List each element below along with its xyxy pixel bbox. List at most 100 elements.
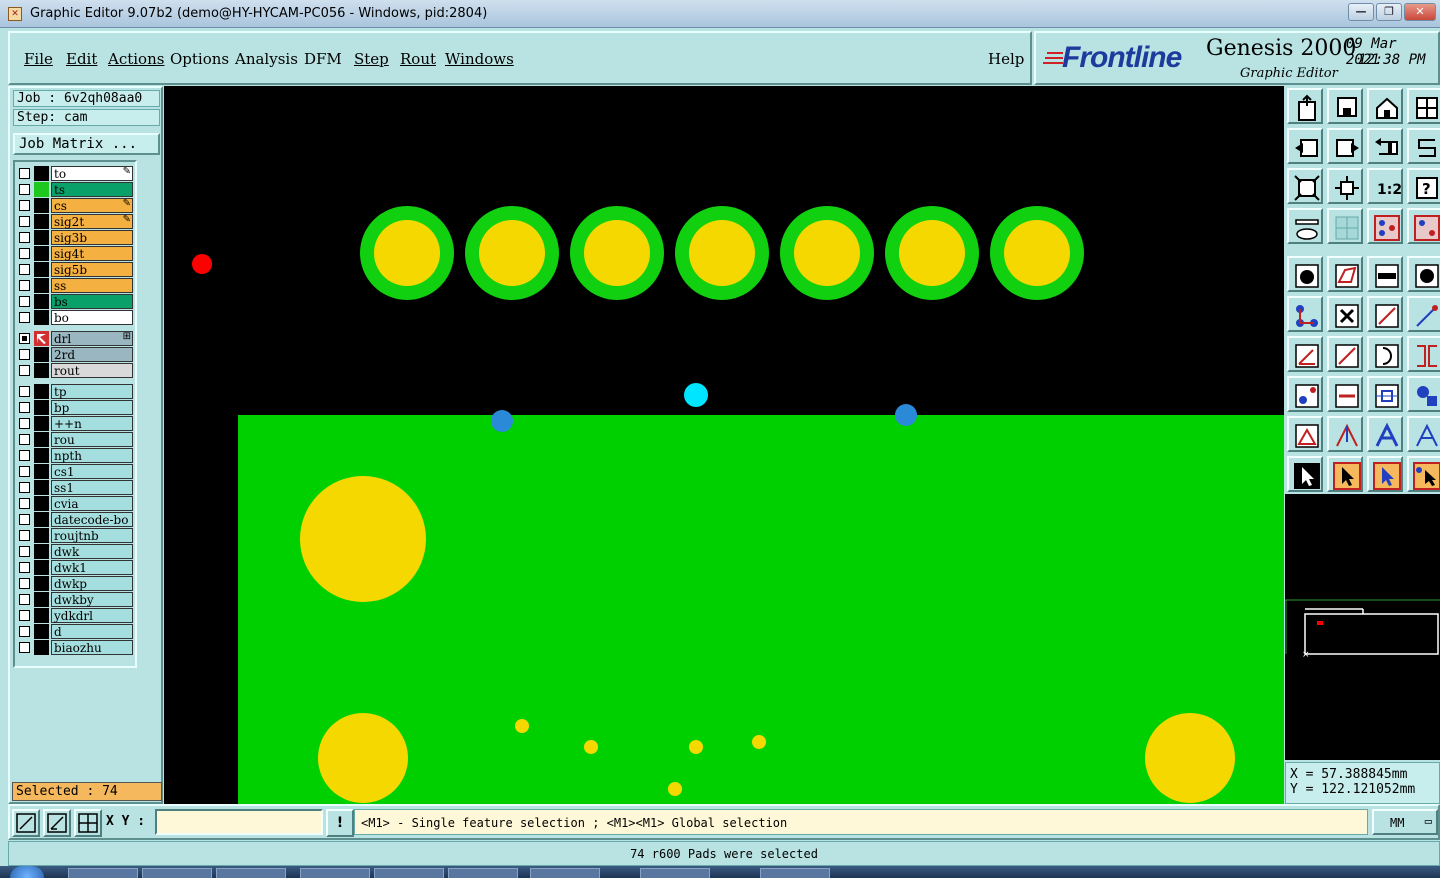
layer-name[interactable]: cvia — [51, 496, 133, 511]
layer-row-sig3b[interactable]: sig3b — [17, 230, 133, 245]
settings-tool[interactable] — [1287, 208, 1323, 244]
layer-checkbox[interactable] — [19, 594, 30, 605]
layer-checkbox[interactable] — [19, 386, 30, 397]
draw-line2-tool[interactable] — [1407, 296, 1440, 332]
arc-tool[interactable] — [1367, 336, 1403, 372]
layer-affected-indicator[interactable] — [34, 512, 49, 527]
layer-name[interactable]: dwk1 — [51, 560, 133, 575]
pad[interactable] — [689, 220, 755, 286]
layer-checkbox[interactable] — [19, 466, 30, 477]
menu-edit[interactable]: Edit — [66, 50, 97, 68]
maximize-button[interactable]: ❐ — [1376, 3, 1402, 21]
layer-name[interactable]: d — [51, 624, 133, 639]
add-surface-tool[interactable] — [1327, 256, 1363, 292]
taskbar-item[interactable] — [760, 868, 830, 878]
units-selector[interactable]: MM ▭ — [1372, 809, 1438, 835]
drill-hole[interactable] — [491, 410, 513, 432]
layer-name[interactable]: rout — [51, 363, 133, 378]
layer-row-bp[interactable]: bp — [17, 400, 133, 415]
layer-row-dwkby[interactable]: dwkby — [17, 592, 133, 607]
layer-name[interactable]: ydkdrl — [51, 608, 133, 623]
minimize-button[interactable]: — — [1348, 3, 1374, 21]
layer-name[interactable]: sig4t — [51, 246, 133, 261]
select-net-tool[interactable] — [1407, 456, 1440, 492]
layer-checkbox[interactable] — [19, 578, 30, 589]
layer-affected-indicator[interactable] — [34, 560, 49, 575]
delete-tool[interactable] — [1327, 296, 1363, 332]
large-pad[interactable] — [318, 713, 408, 803]
copy-node-tool[interactable] — [1287, 376, 1323, 412]
layer-row-dwkp[interactable]: dwkp — [17, 576, 133, 591]
dot-tool[interactable] — [1407, 256, 1440, 292]
step-field[interactable]: Step: cam — [13, 109, 160, 126]
small-pad[interactable] — [515, 719, 529, 733]
layer-row-2rd[interactable]: 2rd — [17, 347, 133, 362]
menu-dfm[interactable]: DFM — [304, 50, 342, 68]
layer-name[interactable]: ++n — [51, 416, 133, 431]
layer-name[interactable]: sig5b — [51, 262, 133, 277]
layer-row-sig4t[interactable]: sig4t — [17, 246, 133, 261]
layer-affected-indicator[interactable] — [34, 278, 49, 293]
pan-left-tool[interactable] — [1287, 128, 1323, 164]
menu-rout[interactable]: Rout — [400, 50, 436, 68]
layer-checkbox[interactable] — [19, 280, 30, 291]
layer-checkbox[interactable] — [19, 450, 30, 461]
layer-affected-indicator[interactable] — [34, 384, 49, 399]
layer-row-datecodebo[interactable]: datecode-bo — [17, 512, 133, 527]
select-arrow-tool[interactable] — [1287, 456, 1323, 492]
arch-tool[interactable] — [1367, 416, 1403, 452]
layer-name[interactable]: bs — [51, 294, 133, 309]
layer-name[interactable]: sig2t — [51, 214, 133, 229]
layer-checkbox[interactable] — [19, 216, 30, 227]
layer-row-biaozhu[interactable]: biaozhu — [17, 640, 133, 655]
layer-checkbox[interactable] — [19, 296, 30, 307]
layer-affected-indicator[interactable] — [34, 416, 49, 431]
layer-row-sig2t[interactable]: sig2t ✎ — [17, 214, 133, 229]
split-tool[interactable] — [1327, 376, 1363, 412]
layer-row-dwk1[interactable]: dwk1 — [17, 560, 133, 575]
layer-affected-indicator[interactable] — [34, 608, 49, 623]
layer-checkbox[interactable] — [19, 365, 30, 376]
menu-step[interactable]: Step — [354, 50, 389, 68]
taskbar-item[interactable] — [216, 868, 286, 878]
layer-affected-indicator[interactable] — [34, 198, 49, 213]
taskbar-item[interactable] — [374, 868, 444, 878]
small-pad[interactable] — [668, 782, 682, 796]
menu-file[interactable]: File — [24, 50, 53, 68]
pan-right-tool[interactable] — [1327, 128, 1363, 164]
small-pad[interactable] — [752, 735, 766, 749]
layer-checkbox[interactable] — [19, 482, 30, 493]
layer-row-to[interactable]: to ✎ — [17, 166, 133, 181]
taskbar-item[interactable] — [68, 868, 138, 878]
layer-checkbox[interactable] — [19, 610, 30, 621]
pad[interactable] — [479, 220, 545, 286]
layer-row-cs1[interactable]: cs1 — [17, 464, 133, 479]
menu-options[interactable]: Options — [170, 50, 229, 68]
break-tool[interactable] — [1407, 336, 1440, 372]
layer-row-npth[interactable]: npth — [17, 448, 133, 463]
redraw-tool[interactable] — [1367, 128, 1403, 164]
layer-name[interactable]: sig3b — [51, 230, 133, 245]
ruler-tool[interactable] — [1367, 256, 1403, 292]
layer-name[interactable]: bp — [51, 400, 133, 415]
exclaim-button[interactable]: ! — [326, 809, 354, 837]
layer-checkbox[interactable] — [19, 434, 30, 445]
menu-help[interactable]: Help — [988, 50, 1024, 68]
taskbar-item[interactable] — [300, 868, 370, 878]
work-layer-arrow-icon[interactable] — [34, 331, 49, 346]
layer-affected-indicator[interactable] — [34, 214, 49, 229]
layer-name[interactable]: rou — [51, 432, 133, 447]
layer-checkbox[interactable] — [19, 418, 30, 429]
layer-name[interactable]: cs1 — [51, 464, 133, 479]
large-pad[interactable] — [300, 476, 426, 602]
center-tool[interactable] — [1367, 376, 1403, 412]
layer-row-rout[interactable]: rout — [17, 363, 133, 378]
menu-actions[interactable]: Actions — [108, 50, 164, 68]
taskbar-item[interactable] — [448, 868, 518, 878]
layer-affected-indicator[interactable] — [34, 480, 49, 495]
layer-name[interactable]: to — [51, 166, 133, 181]
layer-row-sig5b[interactable]: sig5b — [17, 262, 133, 277]
layer-row-cs[interactable]: cs ✎ — [17, 198, 133, 213]
draw-line-tool[interactable] — [1367, 296, 1403, 332]
layer-affected-indicator[interactable] — [34, 544, 49, 559]
